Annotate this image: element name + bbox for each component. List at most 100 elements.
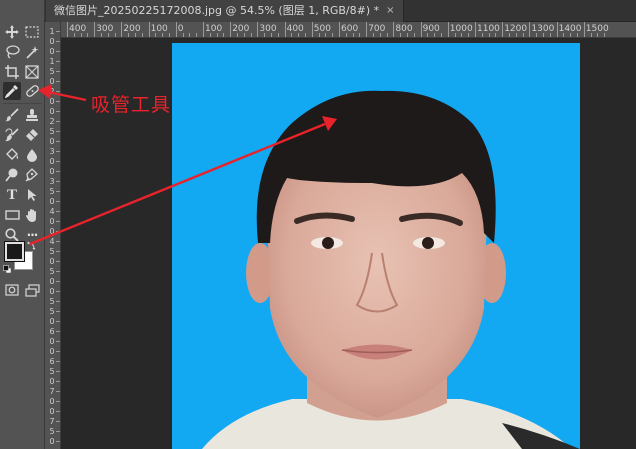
ruler-tick — [447, 22, 449, 37]
ruler-label: 600 — [341, 24, 359, 34]
marquee-tool[interactable] — [23, 23, 41, 41]
ruler-label: 6 — [49, 327, 55, 336]
ruler-minor-tick — [495, 33, 497, 37]
ruler-minor-tick — [352, 33, 354, 37]
swap-colors-icon[interactable] — [27, 241, 36, 250]
frame-tool[interactable] — [23, 63, 41, 81]
ruler-label: 0 — [49, 137, 55, 146]
ruler-minor-tick — [536, 33, 538, 37]
crop-tool[interactable] — [3, 63, 21, 81]
ruler-tick — [56, 241, 60, 242]
ruler-minor-tick — [590, 33, 592, 37]
paint-bucket-tool[interactable] — [3, 146, 21, 164]
ruler-tick — [67, 22, 68, 37]
close-icon[interactable]: × — [386, 0, 394, 22]
ruler-minor-tick — [461, 33, 463, 37]
screen-mode-button[interactable] — [23, 281, 41, 299]
ruler-label: 5 — [49, 67, 55, 76]
ruler-minor-tick — [543, 33, 544, 37]
ruler-label: 100 — [205, 24, 223, 34]
ruler-tick — [56, 201, 60, 202]
pen-tool[interactable] — [23, 166, 41, 184]
ruler-minor-tick — [454, 33, 456, 37]
document-tab-bar: 微信图片_20250225172008.jpg @ 54.5% (图层 1, R… — [45, 0, 636, 22]
dodge-tool[interactable] — [3, 166, 21, 184]
ruler-tick — [56, 191, 60, 192]
eraser-tool[interactable] — [23, 126, 41, 144]
ruler-tick — [56, 281, 60, 282]
ruler-label: 5 — [49, 127, 55, 136]
hand-tool[interactable] — [23, 206, 41, 224]
blur-tool[interactable] — [23, 146, 41, 164]
blur-drop-icon — [27, 149, 37, 162]
ruler-minor-tick — [101, 33, 102, 37]
ruler-label: 0 — [49, 337, 55, 346]
ruler-label: 0 — [49, 397, 55, 406]
ruler-label: 500 — [313, 24, 331, 34]
document-tab[interactable]: 微信图片_20250225172008.jpg @ 54.5% (图层 1, R… — [46, 0, 404, 22]
screen-mode-icon — [24, 283, 40, 297]
ruler-tick — [56, 351, 60, 352]
ruler-minor-tick — [373, 33, 374, 37]
dodge-icon — [5, 168, 18, 182]
ruler-label: 4 — [49, 207, 55, 216]
ruler-tick — [529, 22, 531, 37]
clone-stamp-tool[interactable] — [23, 106, 41, 124]
ruler-tick — [56, 411, 60, 412]
history-brush-tool[interactable] — [3, 126, 21, 144]
ruler-label: 800 — [395, 24, 413, 34]
tools-panel: T ··· — [0, 0, 45, 449]
arrow-icon — [28, 189, 37, 201]
ruler-label: 0 — [49, 197, 55, 206]
ruler-label: 200 — [123, 24, 141, 34]
ruler-tick — [56, 331, 60, 332]
ruler-tick — [56, 231, 60, 232]
ruler-minor-tick — [216, 33, 218, 37]
ruler-tick — [56, 121, 60, 122]
quick-mask-icon — [5, 284, 19, 296]
rectangle-tool[interactable] — [3, 206, 21, 224]
ruler-tick — [56, 111, 60, 112]
brush-tool[interactable] — [3, 106, 21, 124]
ruler-label: 2 — [49, 87, 55, 96]
move-tool[interactable] — [3, 23, 21, 41]
document-image[interactable] — [172, 43, 580, 449]
lasso-icon — [5, 45, 20, 59]
magic-wand-tool[interactable] — [23, 43, 41, 61]
ruler-tick — [56, 401, 60, 402]
healing-brush-tool[interactable] — [23, 82, 41, 100]
ruler-tick — [56, 211, 60, 212]
ruler-label: 100 — [150, 24, 168, 34]
frame-icon — [25, 65, 39, 79]
ruler-minor-tick — [413, 33, 415, 37]
ruler-minor-tick — [277, 33, 279, 37]
foreground-color-swatch[interactable] — [4, 241, 25, 262]
color-swatches — [3, 241, 39, 275]
ruler-tick — [56, 291, 60, 292]
ruler-tick — [56, 51, 60, 52]
ruler-minor-tick — [80, 33, 82, 37]
ruler-tick — [56, 181, 60, 182]
type-tool[interactable]: T — [3, 186, 21, 204]
ruler-label: 0 — [49, 287, 55, 296]
ruler-minor-tick — [155, 33, 157, 37]
quick-mask-button[interactable] — [3, 281, 21, 299]
default-colors-icon[interactable] — [3, 265, 12, 274]
history-brush-icon — [5, 128, 19, 142]
ruler-label: 2 — [49, 117, 55, 126]
ruler-minor-tick — [209, 33, 211, 37]
ruler-minor-tick — [243, 33, 245, 37]
ruler-label: 0 — [49, 167, 55, 176]
ruler-label: 300 — [96, 24, 114, 34]
ruler-label: 0 — [49, 217, 55, 226]
ruler-minor-tick — [570, 33, 572, 37]
ruler-tick — [56, 321, 60, 322]
ruler-minor-tick — [604, 33, 606, 37]
lasso-tool[interactable] — [3, 43, 21, 61]
path-selection-tool[interactable] — [23, 186, 41, 204]
document-tab-title: 微信图片_20250225172008.jpg @ 54.5% (图层 1, R… — [54, 4, 380, 17]
ruler-minor-tick — [107, 33, 109, 37]
ruler-minor-tick — [87, 33, 89, 37]
eyedropper-tool[interactable] — [3, 82, 21, 100]
ruler-minor-tick — [298, 33, 300, 37]
